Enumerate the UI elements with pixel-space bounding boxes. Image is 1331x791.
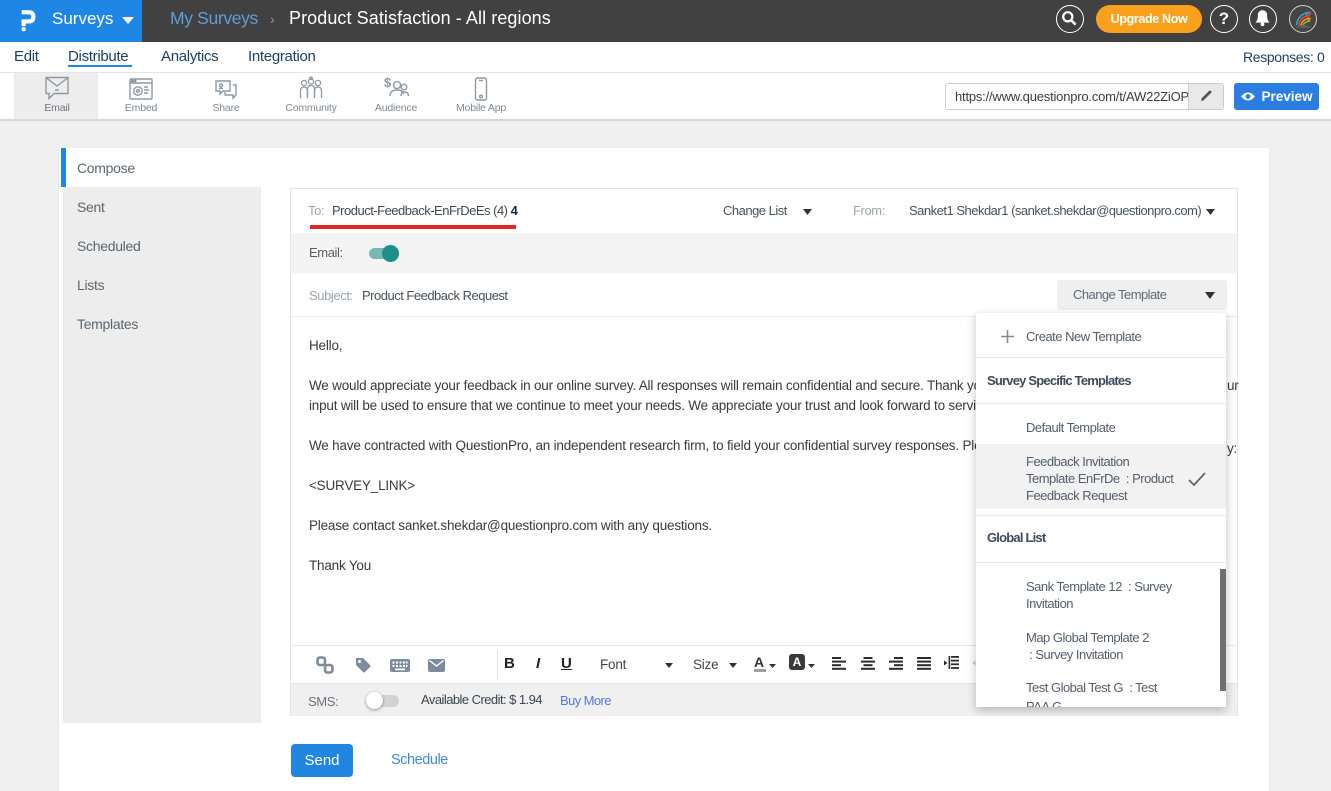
svg-text:$: $	[384, 75, 392, 90]
